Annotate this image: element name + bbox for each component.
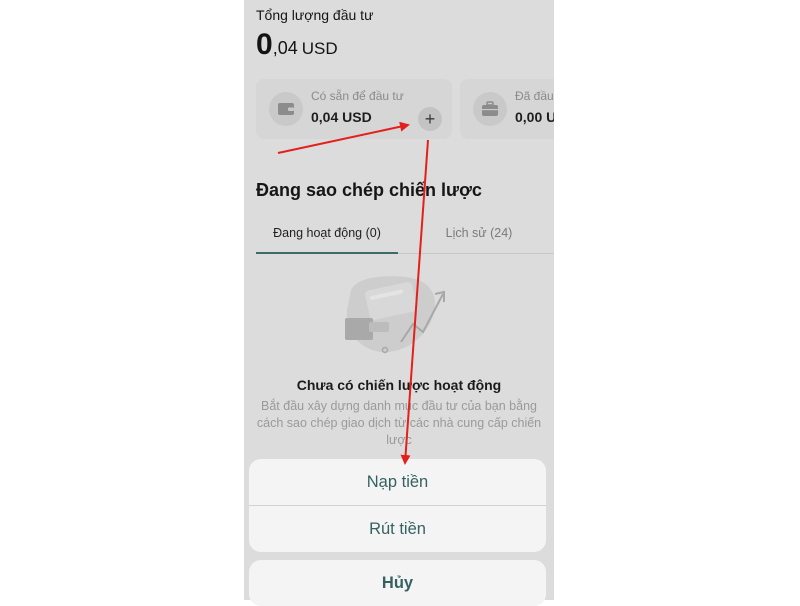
invested-label: Đã đầu (515, 89, 554, 103)
tab-active-strategies[interactable]: Đang hoạt động (0) (256, 226, 398, 240)
plus-icon: + (424, 109, 436, 129)
available-to-invest-card[interactable]: Có sẵn để đầu tư 0,04 USD + (256, 79, 452, 139)
deposit-button[interactable]: Nạp tiền (249, 459, 546, 505)
total-investment-amount: 0,04 USD (256, 28, 338, 62)
empty-state-title: Chưa có chiến lược hoạt động (296, 377, 502, 393)
total-amount-currency: USD (301, 39, 338, 58)
available-label: Có sẵn để đầu tư (311, 89, 404, 103)
total-amount-decimal: ,04 (272, 38, 298, 58)
empty-strategy-illustration (345, 276, 445, 354)
total-amount-integer: 0 (256, 28, 273, 61)
tab-history[interactable]: Lịch sử (24) (424, 226, 534, 240)
withdraw-button[interactable]: Rút tiền (249, 506, 546, 552)
invested-card[interactable]: Đã đầu 0,00 U (460, 79, 554, 139)
available-value: 0,04 USD (311, 109, 372, 125)
wallet-icon (269, 92, 303, 126)
active-tab-indicator (256, 252, 398, 254)
cancel-button[interactable]: Hủy (249, 560, 546, 606)
action-sheet: Nạp tiền Rút tiền (249, 459, 546, 552)
deposit-plus-button[interactable]: + (418, 107, 442, 131)
total-investment-label: Tổng lượng đầu tư (256, 7, 374, 23)
copying-strategies-title: Đang sao chép chiến lược (256, 180, 482, 200)
invested-value: 0,00 U (515, 109, 554, 125)
briefcase-icon (473, 92, 507, 126)
empty-state-description: Bắt đầu xây dựng danh mục đầu tư của bạn… (256, 399, 542, 447)
cancel-label: Hủy (381, 573, 414, 592)
